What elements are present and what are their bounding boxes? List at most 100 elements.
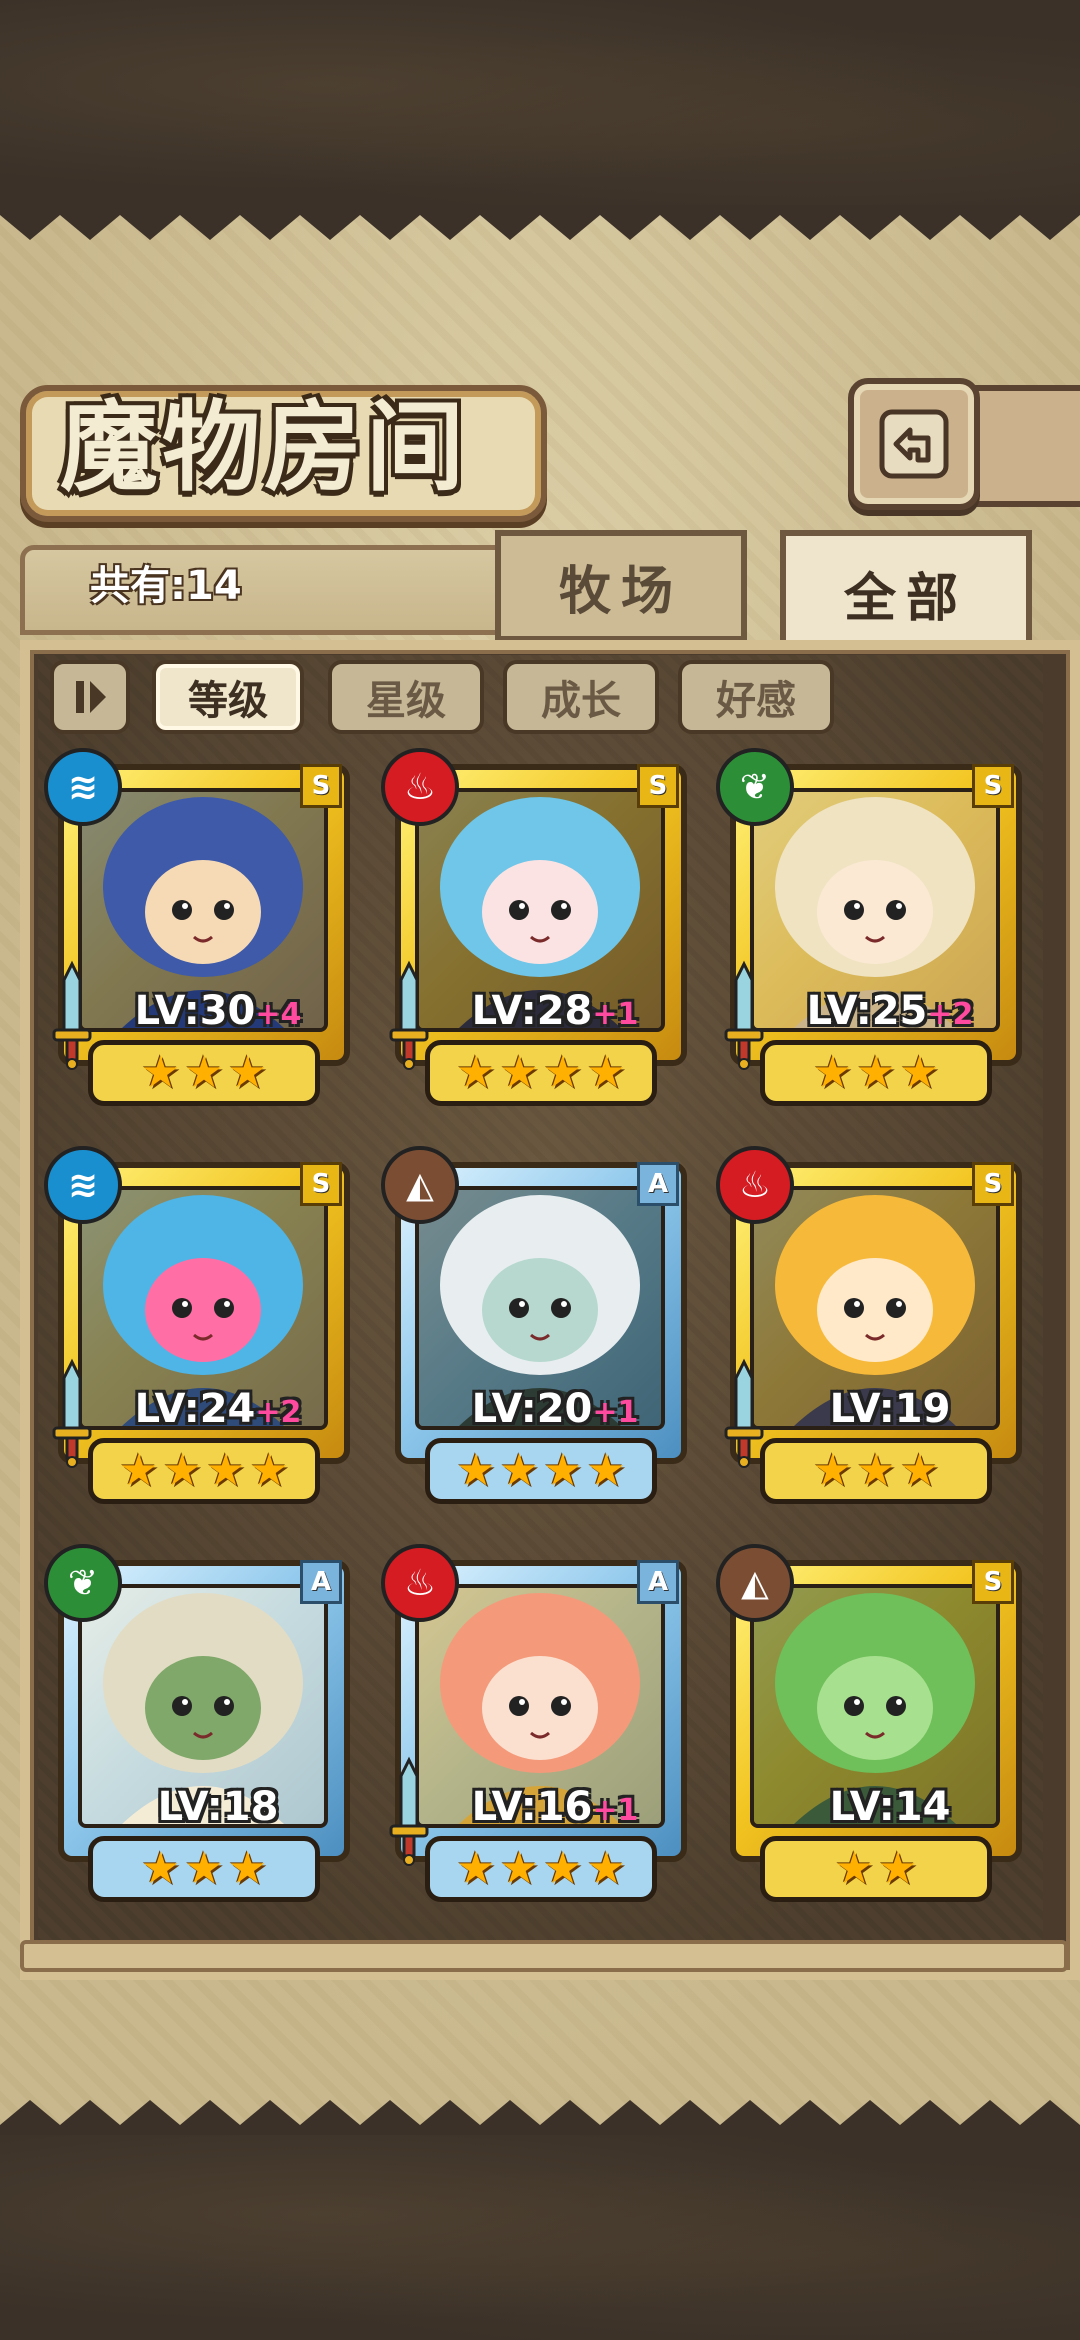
- star-icon: ★: [899, 1047, 940, 1098]
- fire-element-icon: ♨: [716, 1146, 794, 1224]
- star-rating: ★ ★ ★ ★: [425, 1040, 657, 1106]
- star-icon: ★: [543, 1843, 583, 1894]
- bottom-zigzag-border: [0, 2100, 1080, 2135]
- level-label: LV:19: [780, 1384, 1000, 1434]
- monster-card[interactable]: A ◭ LV:20+1 ★ ★ ★ ★: [381, 1146, 687, 1504]
- star-icon: ★: [227, 1047, 268, 1098]
- rank-badge: A: [300, 1560, 342, 1604]
- back-button[interactable]: [848, 378, 980, 510]
- rank-badge: S: [300, 764, 342, 808]
- top-map-background: [0, 0, 1080, 210]
- level-value: LV:18: [157, 1784, 279, 1830]
- star-icon: ★: [543, 1047, 583, 1098]
- rank-badge: S: [972, 764, 1014, 808]
- level-bonus: +2: [927, 997, 974, 1032]
- rank-badge: S: [637, 764, 679, 808]
- star-rating: ★ ★ ★: [88, 1040, 320, 1106]
- rank-badge: S: [972, 1162, 1014, 1206]
- star-rating: ★ ★: [760, 1836, 992, 1902]
- star-icon: ★: [499, 1843, 539, 1894]
- level-bonus: +2: [255, 1395, 302, 1430]
- sort-direction-icon: [76, 681, 106, 713]
- star-icon: ★: [499, 1047, 539, 1098]
- tab-farm[interactable]: 牧场: [495, 530, 747, 642]
- monster-card[interactable]: S ≋ LV:24+2 ★ ★ ★ ★: [44, 1146, 350, 1504]
- star-icon: ★: [543, 1445, 583, 1496]
- star-icon: ★: [456, 1843, 496, 1894]
- level-label: LV:30+4: [108, 986, 328, 1036]
- monster-card[interactable]: S ♨ LV:28+1 ★ ★ ★ ★: [381, 748, 687, 1106]
- tab-all[interactable]: 全部: [780, 530, 1032, 651]
- monster-card[interactable]: S ❦ LV:25+2 ★ ★ ★: [716, 748, 1022, 1106]
- sort-level-button[interactable]: 等级: [152, 660, 304, 734]
- rank-badge: A: [637, 1162, 679, 1206]
- sort-star-button[interactable]: 星级: [328, 660, 484, 734]
- star-icon: ★: [586, 1445, 626, 1496]
- level-bonus: +1: [592, 1793, 639, 1828]
- star-icon: ★: [586, 1843, 626, 1894]
- star-rating: ★ ★ ★: [88, 1836, 320, 1902]
- rank-badge: S: [972, 1560, 1014, 1604]
- level-value: LV:20: [471, 1386, 593, 1432]
- water-element-icon: ≋: [44, 1146, 122, 1224]
- rank-badge: A: [637, 1560, 679, 1604]
- sort-order-toggle[interactable]: [50, 660, 130, 734]
- level-value: LV:25: [806, 988, 928, 1034]
- water-element-icon: ≋: [44, 748, 122, 826]
- level-value: LV:14: [829, 1784, 951, 1830]
- star-rating: ★ ★ ★ ★: [425, 1836, 657, 1902]
- monster-card[interactable]: S ♨ LV:19 ★ ★ ★: [716, 1146, 1022, 1504]
- level-bonus: +1: [592, 1395, 639, 1430]
- level-value: LV:16: [471, 1784, 593, 1830]
- sort-affection-button[interactable]: 好感: [678, 660, 834, 734]
- leaf-element-icon: ❦: [44, 1544, 122, 1622]
- monster-card[interactable]: A ♨ LV:16+1 ★ ★ ★ ★: [381, 1544, 687, 1902]
- star-icon: ★: [812, 1445, 853, 1496]
- star-icon: ★: [856, 1047, 896, 1098]
- top-zigzag-border: [0, 205, 1080, 240]
- star-rating: ★ ★ ★: [760, 1438, 992, 1504]
- monster-card[interactable]: A ❦ LV:18 ★ ★ ★: [44, 1544, 350, 1902]
- star-icon: ★: [856, 1445, 896, 1496]
- star-rating: ★ ★ ★: [760, 1040, 992, 1106]
- star-icon: ★: [834, 1843, 874, 1894]
- star-rating: ★ ★ ★ ★: [88, 1438, 320, 1504]
- star-icon: ★: [456, 1445, 496, 1496]
- level-label: LV:16+1: [445, 1782, 665, 1832]
- star-icon: ★: [227, 1843, 268, 1894]
- monster-count: 共有:14: [90, 563, 242, 609]
- level-value: LV:30: [134, 988, 256, 1034]
- leaf-element-icon: ❦: [716, 748, 794, 826]
- level-value: LV:24: [134, 1386, 256, 1432]
- level-label: LV:25+2: [780, 986, 1000, 1036]
- star-icon: ★: [878, 1843, 918, 1894]
- star-icon: ★: [456, 1047, 496, 1098]
- monster-card[interactable]: S ≋ LV:30+4 ★ ★ ★: [44, 748, 350, 1106]
- star-icon: ★: [899, 1445, 940, 1496]
- star-icon: ★: [499, 1445, 539, 1496]
- level-label: LV:14: [780, 1782, 1000, 1832]
- bottom-map-background: [0, 2130, 1080, 2340]
- star-rating: ★ ★ ★ ★: [425, 1438, 657, 1504]
- monster-card[interactable]: S ◭ LV:14 ★ ★: [716, 1544, 1022, 1902]
- earth-element-icon: ◭: [716, 1544, 794, 1622]
- level-bonus: +4: [255, 997, 302, 1032]
- star-icon: ★: [140, 1843, 181, 1894]
- return-icon: [879, 409, 949, 479]
- star-icon: ★: [249, 1445, 289, 1496]
- level-value: LV:28: [471, 988, 593, 1034]
- fire-element-icon: ♨: [381, 748, 459, 826]
- star-icon: ★: [206, 1445, 246, 1496]
- level-label: LV:18: [108, 1782, 328, 1832]
- page-title: 魔物房间: [60, 390, 469, 505]
- star-icon: ★: [162, 1445, 202, 1496]
- level-label: LV:24+2: [108, 1384, 328, 1434]
- level-bonus: +1: [592, 997, 639, 1032]
- level-label: LV:28+1: [445, 986, 665, 1036]
- rank-badge: S: [300, 1162, 342, 1206]
- level-value: LV:19: [829, 1386, 951, 1432]
- sort-growth-button[interactable]: 成长: [503, 660, 659, 734]
- star-icon: ★: [586, 1047, 626, 1098]
- fire-element-icon: ♨: [381, 1544, 459, 1622]
- earth-element-icon: ◭: [381, 1146, 459, 1224]
